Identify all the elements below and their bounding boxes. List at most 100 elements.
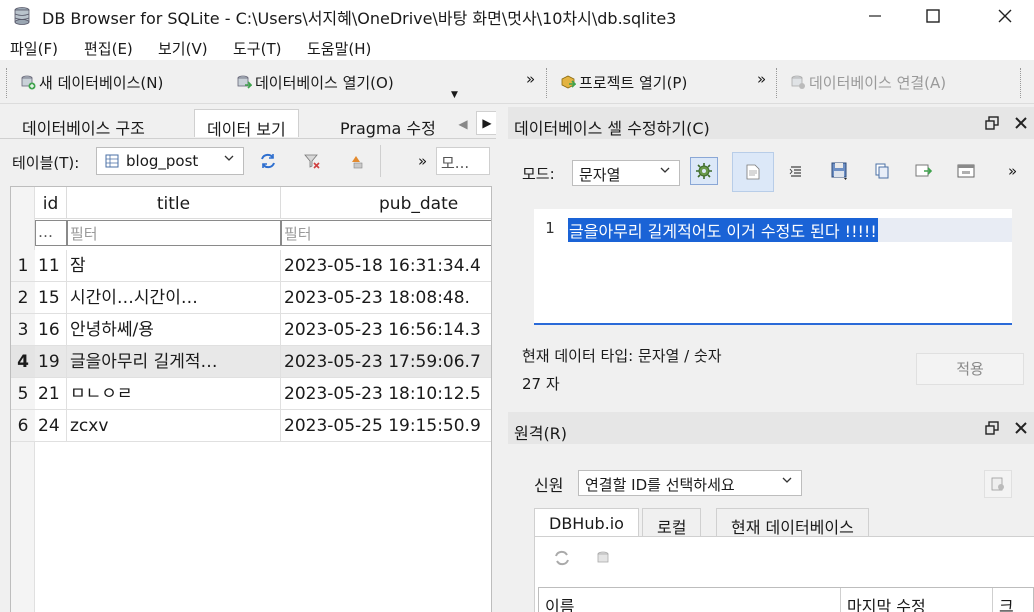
identity-settings-button[interactable]	[984, 470, 1012, 498]
save-icon	[831, 162, 847, 180]
cell-pub-date[interactable]: 2023-05-23 18:10:12.5	[281, 378, 491, 410]
filter-cell-id[interactable]: …	[35, 220, 67, 246]
toolbar-overflow-1[interactable]: »	[526, 70, 535, 88]
column-header-pub-date[interactable]: pub_date	[281, 187, 491, 219]
menu-file[interactable]: 파일(F)	[10, 38, 58, 59]
sort-button[interactable]	[344, 149, 368, 173]
table-row[interactable]: 6 24 zcxv 2023-05-25 19:15:50.9	[11, 410, 491, 442]
tab-dbhub[interactable]: DBHub.io	[534, 508, 639, 536]
menu-help[interactable]: 도움말(H)	[307, 38, 371, 59]
copy-icon	[875, 163, 889, 179]
cell-id[interactable]: 24	[35, 410, 67, 442]
main-toolbar: 새 데이터베이스(N) 데이터베이스 열기(O) ▼ » 프로젝트 열기(P) …	[0, 60, 1034, 104]
cell-editor[interactable]: 1 글을아무리 길게적어도 이거 수정도 된다 !!!!!	[534, 209, 1012, 325]
tab-database-structure[interactable]: 데이터베이스 구조	[10, 109, 157, 138]
open-in-external-button[interactable]	[952, 157, 980, 185]
word-wrap-button[interactable]	[732, 152, 774, 192]
import-button[interactable]	[826, 157, 854, 185]
refresh-button[interactable]	[256, 149, 280, 173]
menu-view[interactable]: 보기(V)	[158, 38, 208, 59]
menu-tools[interactable]: 도구(T)	[233, 38, 281, 59]
cell-id[interactable]: 19	[35, 346, 67, 378]
maximize-button[interactable]	[910, 0, 956, 32]
cell-pub-date[interactable]: 2023-05-23 18:08:48.	[281, 282, 491, 314]
tabs-scroll-left-button[interactable]: ◀	[452, 113, 474, 135]
table-row[interactable]: 2 15 시간이…시간이… 2023-05-23 18:08:48.	[11, 282, 491, 314]
cell-title[interactable]: 시간이…시간이…	[67, 282, 281, 314]
float-dock-button[interactable]	[982, 113, 1002, 133]
cell-id[interactable]: 11	[35, 250, 67, 282]
row-number[interactable]: 4	[11, 346, 35, 378]
cell-pub-date[interactable]: 2023-05-23 17:59:06.7	[281, 346, 491, 378]
open-project-label: 프로젝트 열기(P)	[579, 73, 688, 92]
edit-toolbar-overflow[interactable]: »	[1008, 162, 1017, 180]
row-number[interactable]: 2	[11, 282, 35, 314]
tabs-scroll-right-button[interactable]: ▶	[476, 111, 498, 135]
cell-id[interactable]: 15	[35, 282, 67, 314]
auto-switch-mode-button[interactable]	[690, 157, 718, 185]
cell-title[interactable]: 잠	[67, 250, 281, 282]
menu-edit[interactable]: 편집(E)	[84, 38, 133, 59]
column-header-id[interactable]: id	[35, 187, 67, 219]
auto-format-button[interactable]	[782, 157, 810, 185]
export-button[interactable]	[868, 157, 896, 185]
open-database-button[interactable]: 데이터베이스 열기(O)	[236, 70, 394, 94]
filter-in-all-columns-input[interactable]: 모...	[436, 147, 490, 175]
browse-toolbar-overflow[interactable]: »	[418, 152, 427, 170]
toolbar-grip-4[interactable]	[1020, 68, 1023, 98]
tab-current-database[interactable]: 현재 데이터베이스	[716, 508, 869, 537]
cell-pub-date[interactable]: 2023-05-23 16:56:14.3	[281, 314, 491, 346]
tab-local[interactable]: 로컬	[642, 508, 702, 537]
open-database-dropdown-arrow[interactable]: ▼	[451, 90, 458, 100]
tab-edit-pragmas[interactable]: Pragma 수정	[328, 109, 448, 138]
new-database-button[interactable]: 새 데이터베이스(N)	[20, 70, 163, 94]
remote-refresh-button[interactable]	[550, 546, 574, 570]
identity-select[interactable]: 연결할 ID를 선택하세요	[578, 470, 802, 496]
cell-editor-content[interactable]: 글을아무리 길게적어도 이거 수정도 된다 !!!!!	[568, 218, 878, 242]
column-header-size[interactable]: 크	[993, 588, 1034, 612]
remote-clone-button[interactable]	[592, 546, 616, 570]
open-project-button[interactable]: 프로젝트 열기(P)	[560, 70, 687, 94]
cell-id[interactable]: 21	[35, 378, 67, 410]
document-icon	[746, 164, 760, 180]
mode-select[interactable]: 문자열	[572, 160, 680, 186]
data-type-label: 현재 데이터 타입: 문자열 / 숫자	[522, 347, 722, 365]
cell-title[interactable]: zcxv	[67, 410, 281, 442]
attach-database-button[interactable]: 데이터베이스 연결(A)	[790, 70, 946, 94]
cell-id[interactable]: 16	[35, 314, 67, 346]
toolbar-overflow-2[interactable]: »	[757, 70, 766, 88]
cell-pub-date[interactable]: 2023-05-18 16:31:34.4	[281, 250, 491, 282]
apply-button[interactable]: 적용	[916, 353, 1024, 385]
toolbar-grip-3[interactable]	[776, 68, 779, 98]
window-icon	[957, 164, 975, 178]
filter-cell-pub-date[interactable]: 필터	[281, 220, 491, 246]
filter-cell-title[interactable]: 필터	[67, 220, 281, 246]
row-number[interactable]: 3	[11, 314, 35, 346]
table-select[interactable]: blog_post	[96, 147, 244, 175]
column-header-last-modified[interactable]: 마지막 수정	[841, 588, 993, 612]
table-row[interactable]: 5 21 ㅁㄴㅇㄹ 2023-05-23 18:10:12.5	[11, 378, 491, 410]
toolbar-grip[interactable]	[6, 68, 9, 98]
float-dock-button[interactable]	[982, 418, 1002, 438]
row-number[interactable]: 1	[11, 250, 35, 282]
table-row-selected[interactable]: 4 19 글을아무리 길게적… 2023-05-23 17:59:06.7	[11, 346, 491, 378]
close-button[interactable]	[982, 0, 1028, 32]
row-number[interactable]: 6	[11, 410, 35, 442]
set-null-button[interactable]	[910, 157, 938, 185]
cell-pub-date[interactable]: 2023-05-25 19:15:50.9	[281, 410, 491, 442]
clear-filters-button[interactable]	[300, 149, 324, 173]
cell-title[interactable]: 글을아무리 길게적…	[67, 346, 281, 378]
cell-title[interactable]: ㅁㄴㅇㄹ	[67, 378, 281, 410]
close-dock-button[interactable]	[1011, 418, 1031, 438]
tab-browse-data[interactable]: 데이터 보기	[194, 109, 299, 139]
cell-title[interactable]: 안녕하쎄/용	[67, 314, 281, 346]
column-header-name[interactable]: 이름	[539, 588, 841, 612]
row-number[interactable]: 5	[11, 378, 35, 410]
close-dock-button[interactable]	[1011, 113, 1031, 133]
toolbar-grip-2[interactable]	[546, 68, 549, 98]
minimize-button[interactable]	[852, 0, 898, 32]
panel-splitter[interactable]	[496, 105, 508, 612]
table-row[interactable]: 3 16 안녕하쎄/용 2023-05-23 16:56:14.3	[11, 314, 491, 346]
column-header-title[interactable]: title	[67, 187, 281, 219]
table-row[interactable]: 1 11 잠 2023-05-18 16:31:34.4	[11, 250, 491, 282]
